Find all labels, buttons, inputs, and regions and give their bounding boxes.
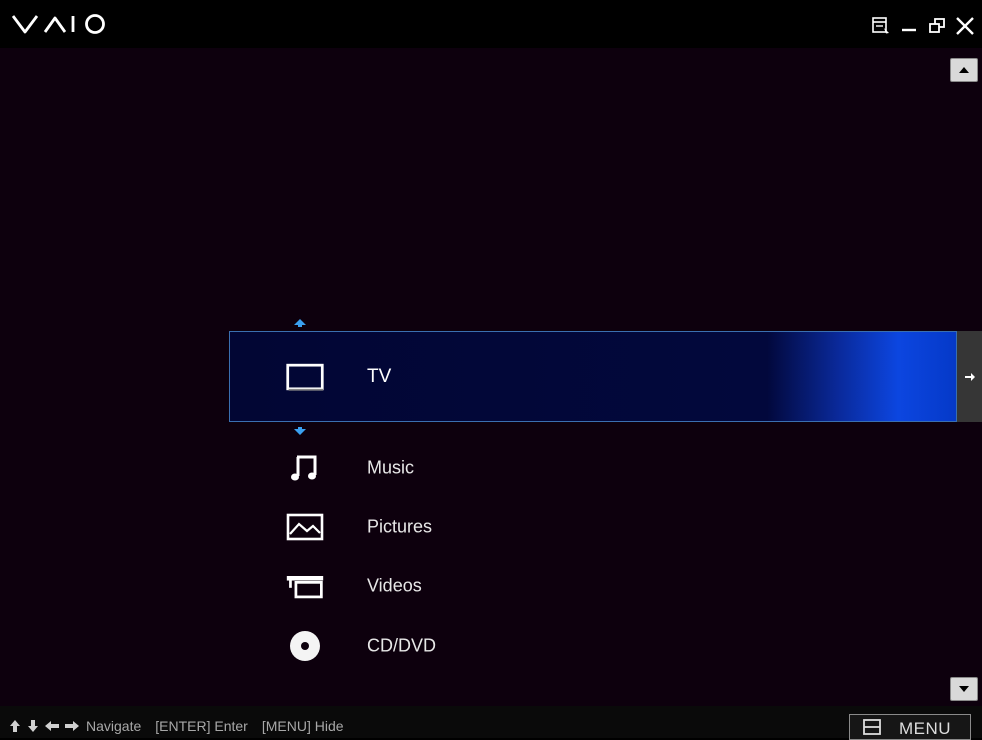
triangle-down-icon [959,686,969,692]
footer-bar: Navigate [ENTER] Enter [MENU] Hide MENU [0,706,982,740]
menu-button-label: MENU [899,719,952,738]
arrow-up-icon [10,720,20,732]
arrow-left-icon [45,721,59,731]
nav-arrows [8,719,80,733]
menu-button[interactable]: MENU [849,714,971,740]
arrow-right-icon [65,721,79,731]
scroll-up-button[interactable] [950,58,978,82]
menu-item-label: Pictures [367,516,433,537]
menu-item-label: Music [367,457,415,478]
scroll-down-button[interactable] [950,677,978,701]
main-panel: TV Music Pictures Videos CD/DVD [0,48,982,706]
close-icon[interactable] [954,15,976,37]
arrow-right-icon [964,372,975,381]
hint-enter: [ENTER] Enter [155,718,248,734]
menu-view-icon[interactable] [870,15,892,37]
video-camera-icon [285,570,325,602]
menu-item-label: Videos [367,575,422,596]
expand-right-tab[interactable] [957,331,982,422]
arrow-up-icon[interactable] [292,318,308,328]
menu-item-label: CD/DVD [367,635,437,656]
triangle-up-icon [959,67,969,73]
title-bar [0,0,982,48]
hint-navigate: Navigate [86,718,142,734]
hint-menu: [MENU] Hide [261,718,344,734]
arrow-down-icon[interactable] [292,426,308,436]
navigation-hint: Navigate [ENTER] Enter [MENU] Hide [8,718,344,734]
menu-item-cd-dvd[interactable]: CD/DVD [229,621,929,671]
menu-item-videos[interactable]: Videos [229,561,929,611]
menu-item-pictures[interactable]: Pictures [229,502,929,552]
menu-item-music[interactable]: Music [229,443,929,493]
tv-icon [285,361,325,393]
arrow-down-icon [28,720,38,732]
music-note-icon [285,452,325,484]
minimize-icon[interactable] [898,15,920,37]
window-controls [870,14,976,38]
picture-icon [285,511,325,543]
menu-item-tv[interactable]: TV [229,352,929,402]
menu-item-label: TV [367,366,392,387]
restore-icon[interactable] [926,15,948,37]
vaio-logo [11,14,105,34]
menu-panel-icon [863,719,881,735]
disc-icon [285,630,325,662]
